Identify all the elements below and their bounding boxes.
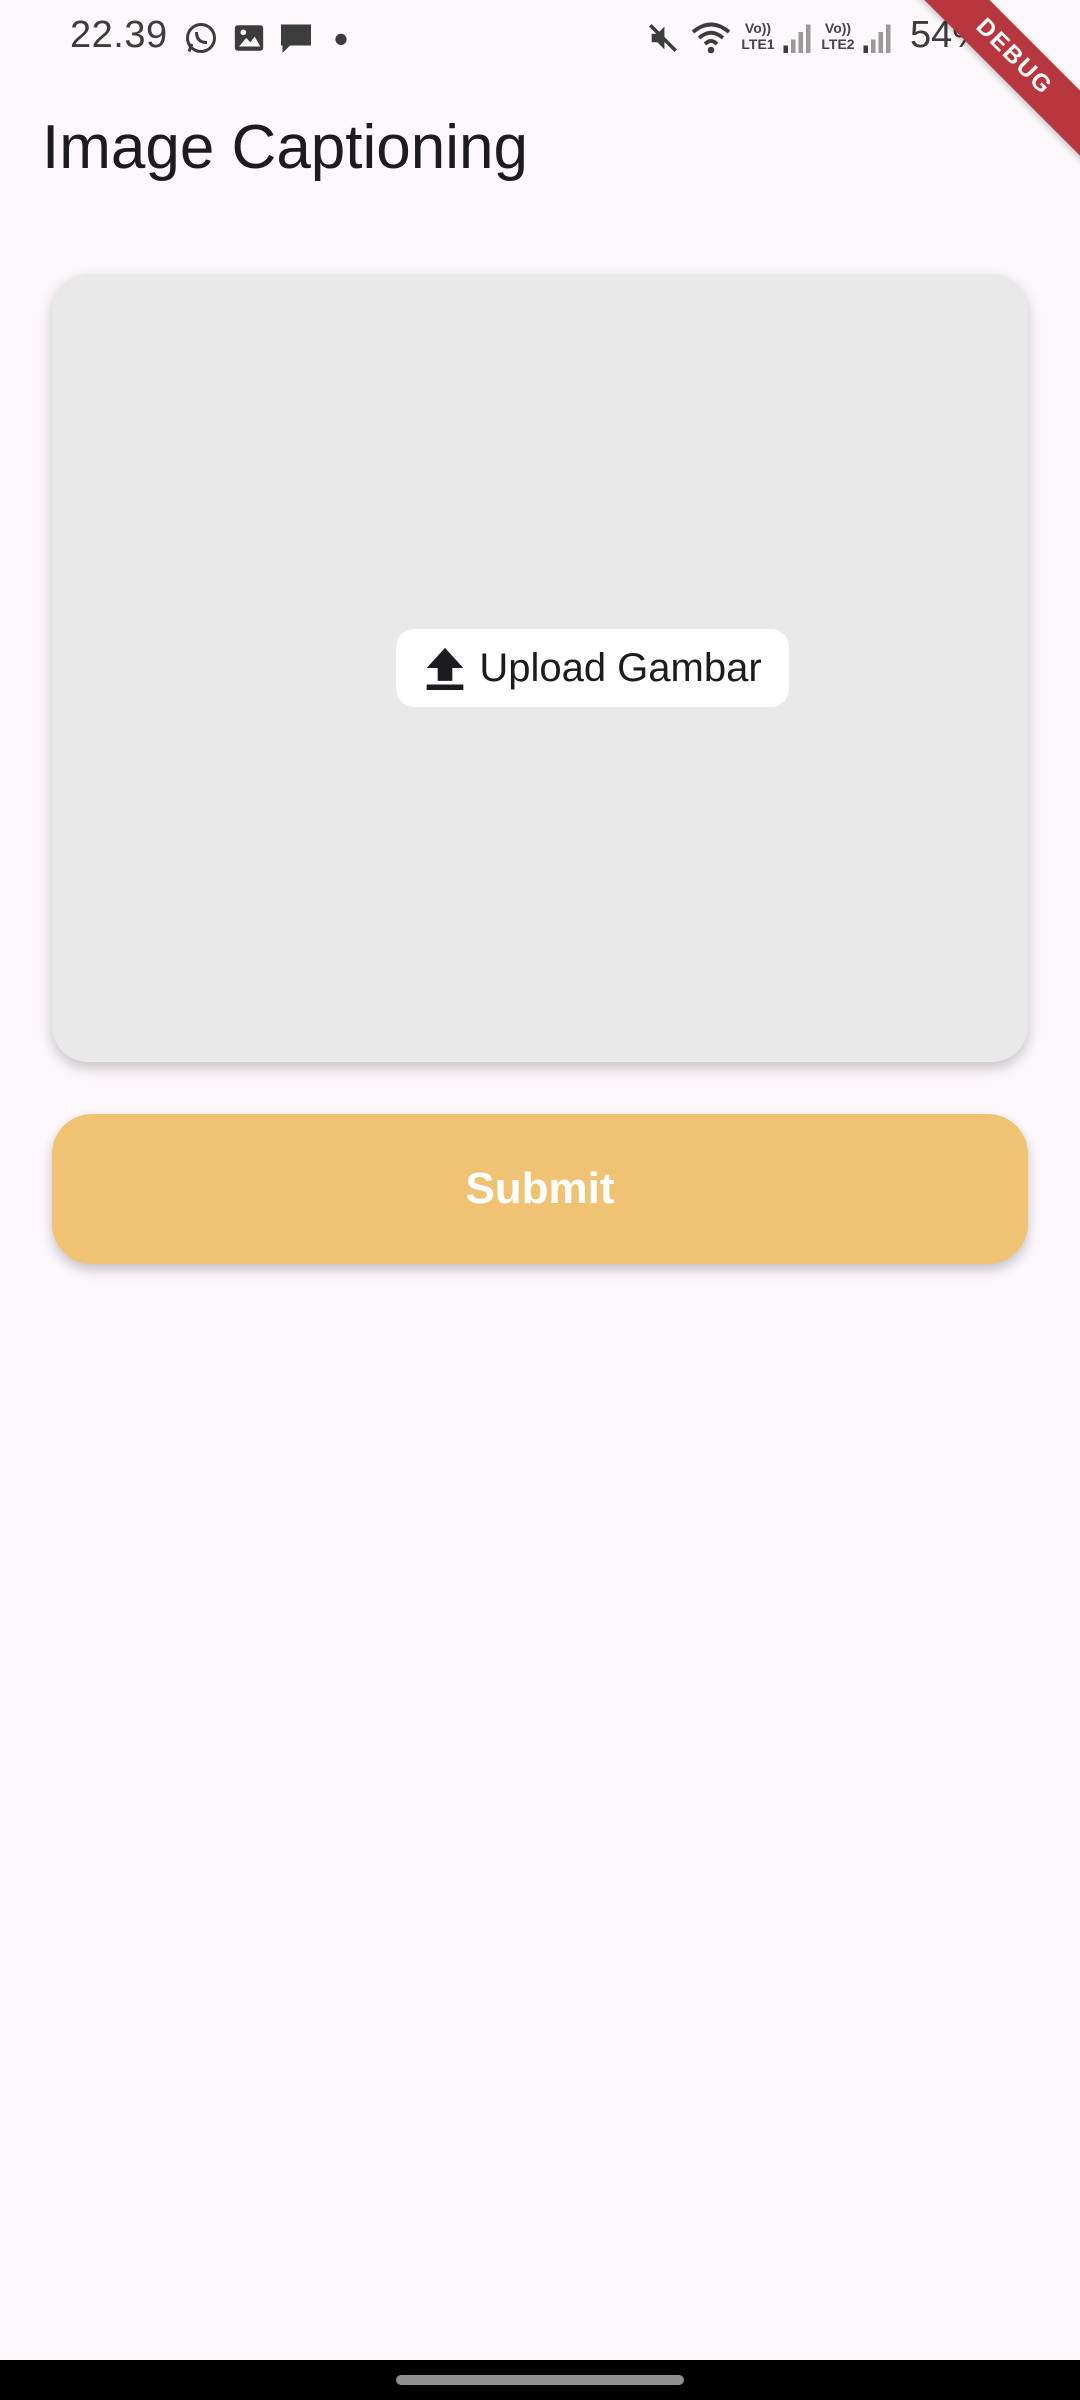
- sim2-label: Vo)) LTE2: [818, 20, 858, 52]
- mute-icon: [648, 23, 678, 53]
- gallery-icon: [234, 25, 264, 51]
- sim1-label-top: Vo)): [744, 20, 772, 36]
- page-title: Image Captioning: [42, 113, 528, 182]
- message-icon: [281, 24, 311, 53]
- sim2-label-bottom: LTE2: [821, 36, 855, 52]
- wifi-icon: [691, 22, 731, 54]
- status-time: 22.39: [70, 14, 168, 56]
- submit-button-label: Submit: [465, 1164, 615, 1213]
- navigation-bar: [0, 2360, 1080, 2400]
- upload-button-label: Upload Gambar: [479, 645, 762, 690]
- whatsapp-icon: [186, 23, 216, 53]
- home-gesture-handle[interactable]: [396, 2375, 684, 2385]
- submit-button[interactable]: Submit: [52, 1114, 1028, 1264]
- status-bar: 22.39 Vo)) LTE1 Vo)) LTE2 54%: [0, 0, 1080, 76]
- upload-image-button[interactable]: Upload Gambar: [396, 629, 789, 707]
- signal-lte2-icon: [863, 24, 891, 53]
- sim2-label-top: Vo)): [824, 20, 852, 36]
- upload-icon: [426, 647, 464, 690]
- image-upload-area[interactable]: Upload Gambar: [52, 274, 1028, 1062]
- dot-icon: [335, 33, 347, 45]
- app-screen: 22.39 Vo)) LTE1 Vo)) LTE2 54% DEBUG Imag…: [0, 0, 1080, 2400]
- sim1-label: Vo)) LTE1: [738, 20, 778, 52]
- sim1-label-bottom: LTE1: [741, 36, 775, 52]
- signal-lte1-icon: [783, 24, 811, 53]
